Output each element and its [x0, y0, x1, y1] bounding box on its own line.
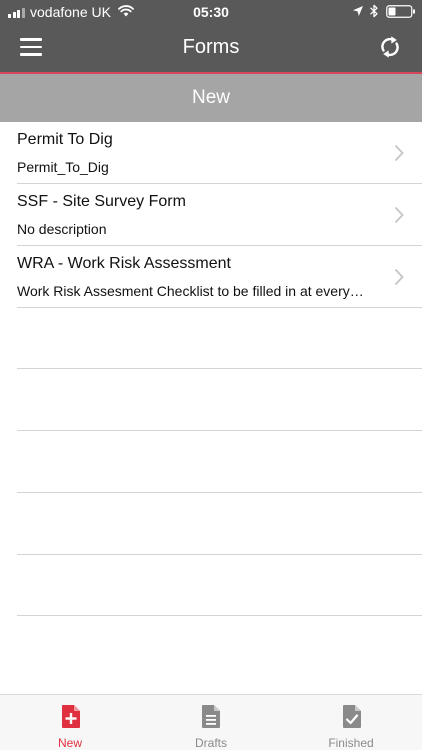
form-item-permit-to-dig[interactable]: Permit To Dig Permit_To_Dig	[0, 122, 422, 184]
chevron-right-icon	[394, 268, 404, 286]
status-bar: vodafone UK 05:30	[0, 0, 422, 24]
form-title: SSF - Site Survey Form	[17, 193, 186, 210]
form-item-work-risk-assessment[interactable]: WRA - Work Risk Assessment Work Risk Ass…	[0, 246, 422, 308]
location-arrow-icon	[353, 6, 363, 16]
tab-label: Finished	[328, 736, 374, 750]
list-divider	[17, 430, 422, 431]
sync-icon[interactable]	[376, 33, 404, 61]
chevron-right-icon	[394, 206, 404, 224]
list-divider	[17, 554, 422, 555]
form-description: Work Risk Assesment Checklist to be fill…	[17, 283, 367, 299]
form-item-site-survey[interactable]: SSF - Site Survey Form No description	[0, 184, 422, 246]
bluetooth-icon	[370, 4, 378, 18]
section-header: New	[0, 74, 422, 122]
finished-document-icon	[343, 705, 361, 728]
list-divider	[17, 492, 422, 493]
page-title: Forms	[182, 36, 240, 58]
section-title: New	[191, 87, 230, 108]
tab-bar: New Drafts Finished	[0, 694, 422, 750]
tab-label: New	[57, 736, 82, 750]
new-document-icon	[62, 705, 80, 728]
form-title: Permit To Dig	[17, 131, 113, 148]
tab-drafts[interactable]: Drafts	[141, 695, 281, 750]
list-divider	[17, 615, 422, 616]
battery-icon	[386, 5, 415, 18]
list-divider	[17, 307, 422, 308]
tab-finished[interactable]: Finished	[281, 695, 421, 750]
chevron-right-icon	[394, 144, 404, 162]
form-description: Permit_To_Dig	[17, 159, 109, 175]
tab-new[interactable]: New	[0, 695, 140, 750]
tab-label: Drafts	[194, 736, 227, 750]
list-divider	[17, 368, 422, 369]
form-title: WRA - Work Risk Assessment	[17, 255, 231, 272]
draft-document-icon	[202, 705, 220, 728]
form-description: No description	[17, 221, 107, 237]
